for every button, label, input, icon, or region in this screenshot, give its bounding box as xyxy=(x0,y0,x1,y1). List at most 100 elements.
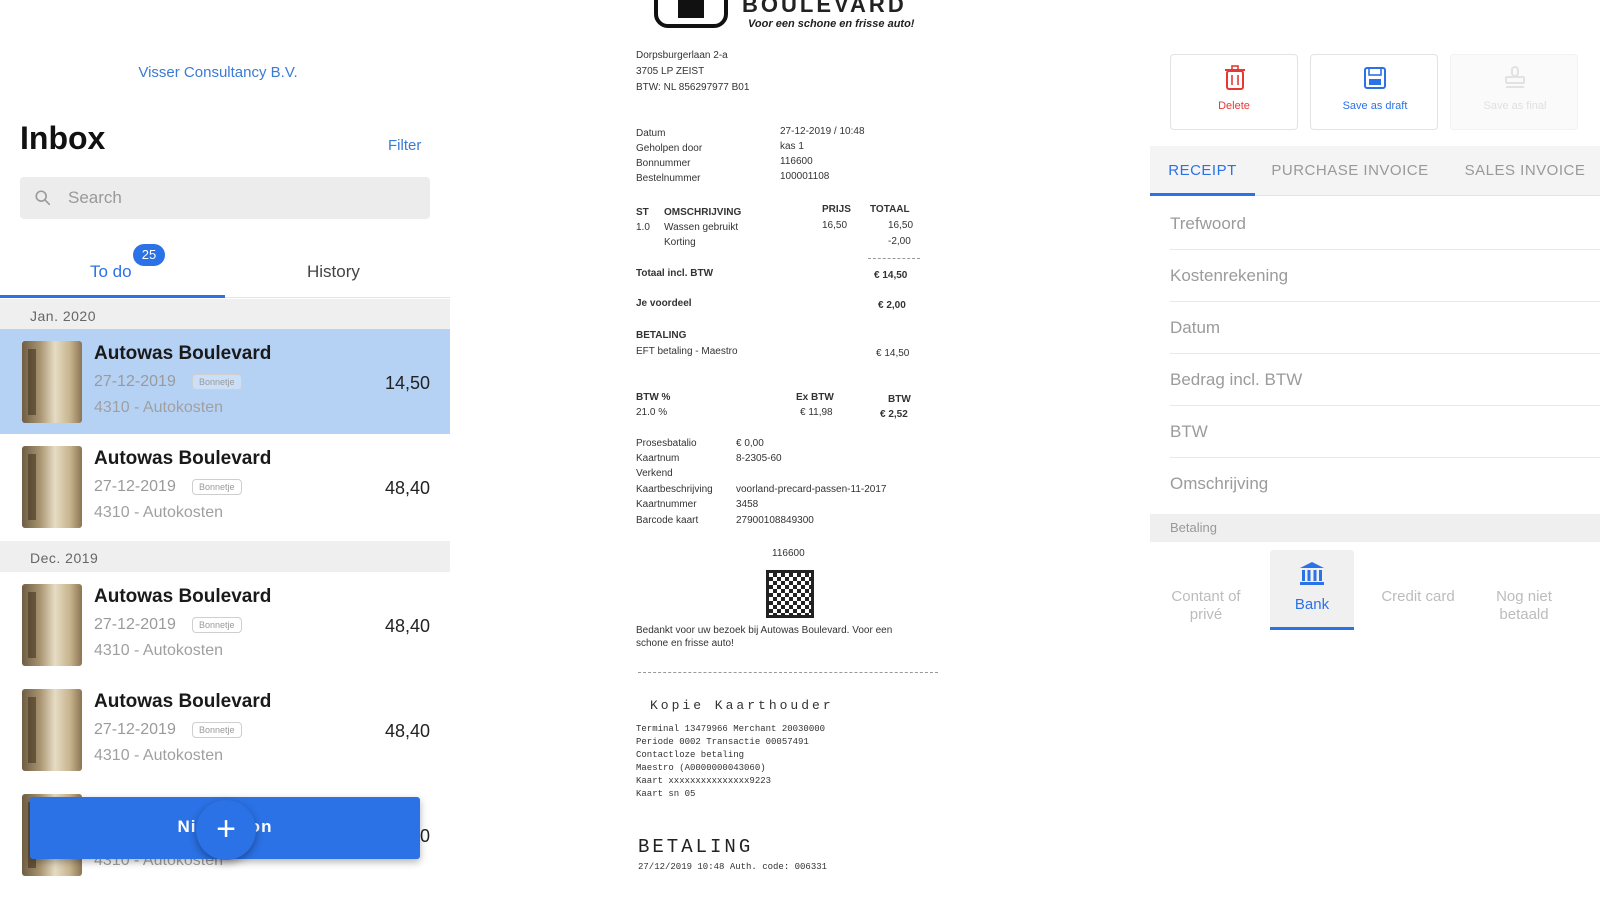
item-tag: Bonnetje xyxy=(192,722,242,738)
receipt-address: Dorpsburgerlaan 2-a xyxy=(636,50,728,61)
receipt-card-value: € 0,00 xyxy=(736,438,764,449)
payment-option-label: Credit card xyxy=(1381,588,1455,605)
field-label: Bedrag incl. BTW xyxy=(1170,370,1303,389)
todo-count-badge: 25 xyxy=(133,244,165,266)
payment-option-bank[interactable]: Bank xyxy=(1270,550,1354,630)
receipt-address: 3705 LP ZEIST xyxy=(636,66,705,77)
field-label: Kostenrekening xyxy=(1170,266,1289,285)
item-date: 27-12-2019 xyxy=(94,478,176,495)
receipt-discount-total: -2,00 xyxy=(888,236,911,247)
receipt-line-qty: 1.0 xyxy=(636,222,650,233)
search-placeholder: Search xyxy=(68,188,122,207)
receipt-advantage-label: Je voordeel xyxy=(636,298,692,309)
vat-field[interactable]: BTW xyxy=(1170,406,1600,458)
receipt-meta-value: 116600 xyxy=(780,156,813,167)
receipt-betaling-heading: BETALING xyxy=(638,836,754,858)
save-draft-button[interactable]: Save as draft xyxy=(1310,54,1438,130)
inbox-tabs: To do 25 History xyxy=(0,240,450,298)
tab-todo[interactable]: To do 25 xyxy=(0,240,225,298)
receipt-discount-desc: Korting xyxy=(664,237,696,248)
list-item[interactable]: Autowas Boulevard 27-12-2019 Bonnetje 43… xyxy=(0,329,450,434)
payment-option-not-paid[interactable]: Nog niet betaald xyxy=(1482,550,1566,630)
receipt-card-value: 8-2305-60 xyxy=(736,453,782,464)
keyword-field[interactable]: Trefwoord xyxy=(1170,198,1600,250)
filter-link[interactable]: Filter xyxy=(388,137,421,154)
section-header: Dec. 2019 xyxy=(0,541,450,575)
receipt-line-price: 16,50 xyxy=(822,220,848,231)
item-account: 4310 - Autokosten xyxy=(94,642,223,659)
amount-field[interactable]: Bedrag incl. BTW xyxy=(1170,354,1600,406)
receipt-meta-value: 100001108 xyxy=(780,171,830,182)
date-field[interactable]: Datum xyxy=(1170,302,1600,354)
receipt-col-header: ST xyxy=(636,207,649,218)
delete-button[interactable]: Delete xyxy=(1170,54,1298,130)
receipt-card-value: 3458 xyxy=(736,499,759,510)
item-account: 4310 - Autokosten xyxy=(94,747,223,764)
payment-section-header: Betaling xyxy=(1150,514,1600,542)
item-date: 27-12-2019 xyxy=(94,721,176,738)
stamp-icon xyxy=(1505,66,1525,88)
terminal-line: Kaart sn 05 xyxy=(636,789,696,799)
item-amount: 14,50 xyxy=(384,373,430,393)
receipt-meta-label: Geholpen door xyxy=(636,143,703,154)
cost-account-field[interactable]: Kostenrekening xyxy=(1170,250,1600,302)
detail-panel: Delete Save as draft Save as final RECEI… xyxy=(1150,0,1600,900)
item-tag: Bonnetje xyxy=(192,374,242,390)
tab-history[interactable]: History xyxy=(225,240,450,298)
description-field[interactable]: Omschrijving xyxy=(1170,458,1600,510)
item-name: Autowas Boulevard xyxy=(94,691,272,712)
item-account: 4310 - Autokosten xyxy=(94,504,223,521)
field-label: BTW xyxy=(1170,422,1208,441)
page-title: Inbox xyxy=(20,120,106,156)
receipt-total-value: € 14,50 xyxy=(874,270,908,281)
item-tag: Bonnetje xyxy=(192,479,242,495)
item-amount: 48,40 xyxy=(384,478,430,498)
field-label: Trefwoord xyxy=(1170,214,1246,233)
receipt-card-label: Kaartnum xyxy=(636,453,680,464)
receipt-line-desc: Wassen gebruikt xyxy=(664,222,739,233)
divider xyxy=(638,672,938,673)
qr-code xyxy=(766,570,814,618)
list-item[interactable]: Autowas Boulevard 27-12-2019 Bonnetje 43… xyxy=(0,434,450,539)
tab-history-label: History xyxy=(307,262,360,281)
tab-sales-invoice[interactable]: SALES INVOICE xyxy=(1456,146,1594,196)
receipt-card-value: voorland-precard-passen-11-2017 xyxy=(736,484,887,495)
search-input[interactable]: Search xyxy=(20,177,430,219)
search-icon xyxy=(35,190,51,206)
receipt-thumbnail xyxy=(22,689,82,771)
add-button[interactable]: + xyxy=(196,800,256,860)
payment-option-label: Nog niet betaald xyxy=(1496,588,1552,623)
terminal-line: Maestro (A0000000043060) xyxy=(636,763,766,773)
payment-option-cash[interactable]: Contant of privé xyxy=(1164,550,1248,630)
payment-option-credit-card[interactable]: Credit card xyxy=(1376,550,1460,630)
item-name: Autowas Boulevard xyxy=(94,586,272,607)
receipt-copy-title: Kopie Kaarthouder xyxy=(650,698,834,713)
receipt-card-label: Kaartbeschrijving xyxy=(636,484,713,495)
receipt-line-total: 16,50 xyxy=(888,220,914,231)
receipt-card-label: Kaartnummer xyxy=(636,499,697,510)
list-item[interactable]: Autowas Boulevard 27-12-2019 Bonnetje 43… xyxy=(0,572,450,677)
tab-receipt[interactable]: RECEIPT xyxy=(1150,146,1255,196)
receipt-col-header: PRIJS xyxy=(822,204,851,215)
receipt-meta-label: Bonnummer xyxy=(636,158,691,169)
receipt-card-label: Prosesbatalio xyxy=(636,438,697,449)
receipt-vat-pct-label: BTW % xyxy=(636,392,671,403)
terminal-line: Terminal 13479966 Merchant 20030000 xyxy=(636,724,826,734)
receipt-payment-value: € 14,50 xyxy=(876,348,910,359)
company-name[interactable]: Visser Consultancy B.V. xyxy=(0,64,436,81)
receipt-col-header: OMSCHRIJVING xyxy=(664,207,742,218)
receipt-card-value: 27900108849300 xyxy=(736,515,814,526)
save-final-button[interactable]: Save as final xyxy=(1450,54,1578,130)
receipt-vat-pct: 21.0 % xyxy=(636,407,668,418)
item-date: 27-12-2019 xyxy=(94,373,176,390)
brand-logo xyxy=(654,0,728,28)
section-header: Jan. 2020 xyxy=(0,299,450,333)
field-label: Omschrijving xyxy=(1170,474,1269,493)
receipt-col-header: TOTAAL xyxy=(870,204,910,215)
payment-option-label: Contant of privé xyxy=(1171,588,1241,623)
receipt-meta-value: 27-12-2019 / 10:48 xyxy=(780,126,865,137)
receipt-vat-label: BTW xyxy=(888,394,911,405)
document-type-tabs: RECEIPT PURCHASE INVOICE SALES INVOICE xyxy=(1150,146,1600,196)
tab-purchase-invoice[interactable]: PURCHASE INVOICE xyxy=(1271,146,1429,196)
list-item[interactable]: Autowas Boulevard 27-12-2019 Bonnetje 43… xyxy=(0,677,450,782)
